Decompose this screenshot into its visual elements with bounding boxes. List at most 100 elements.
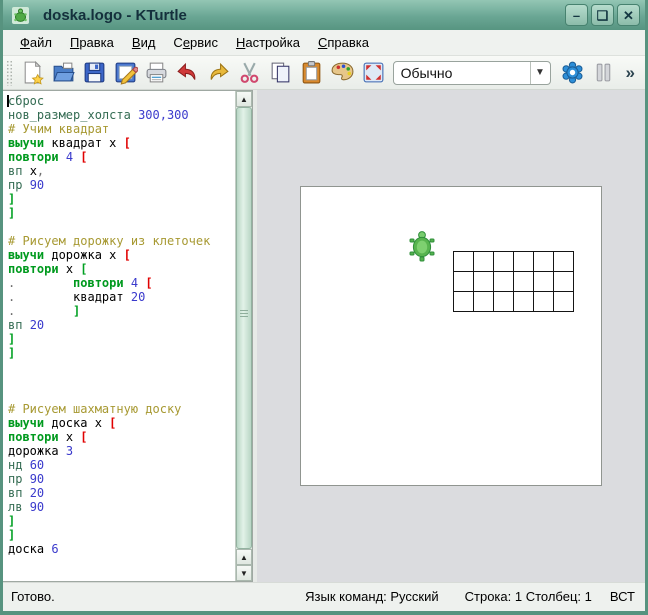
code-line[interactable]: ] [8, 332, 235, 346]
print-button[interactable] [141, 58, 172, 87]
grid-cell [494, 252, 514, 272]
turtle-sprite [409, 230, 435, 262]
run-icon [560, 60, 585, 85]
colors-button[interactable] [327, 58, 358, 87]
code-line[interactable]: . ] [8, 304, 235, 318]
run-speed-select[interactable]: Обычно ▼ [393, 61, 551, 85]
code-line[interactable]: выучи квадрат х [ [8, 136, 235, 150]
code-line[interactable]: вп 20 [8, 486, 235, 500]
grid-cell [534, 292, 554, 312]
undo-icon [175, 60, 200, 85]
code-line[interactable]: . квадрат 20 [8, 290, 235, 304]
status-ready: Готово. [11, 589, 305, 604]
code-line[interactable]: вп 20 [8, 318, 235, 332]
code-line[interactable] [8, 360, 235, 374]
grid-cell [514, 292, 534, 312]
scroll-up2-icon[interactable]: ▲ [236, 549, 252, 565]
drawn-grid [453, 251, 574, 312]
pause-icon [591, 60, 616, 85]
new-file-button[interactable] [17, 58, 48, 87]
code-line[interactable]: пр 90 [8, 472, 235, 486]
grid-cell [554, 272, 574, 292]
code-line[interactable]: нд 60 [8, 458, 235, 472]
menu-item-файл[interactable]: Файл [11, 30, 61, 56]
code-line[interactable]: ] [8, 514, 235, 528]
status-bar: Готово. Язык команд: Русский Строка: 1 С… [3, 582, 645, 610]
redo-button[interactable] [203, 58, 234, 87]
maximize-button[interactable]: ❑ [591, 4, 614, 26]
code-line[interactable]: ] [8, 528, 235, 542]
toolbar: Обычно ▼ » [3, 56, 645, 90]
undo-button[interactable] [172, 58, 203, 87]
minimize-button[interactable]: – [565, 4, 588, 26]
toolbar-handle[interactable] [6, 60, 13, 86]
code-line[interactable]: повтори х [ [8, 262, 235, 276]
fullscreen-icon [361, 60, 386, 85]
colors-icon [330, 60, 355, 85]
code-line[interactable]: дорожка 3 [8, 444, 235, 458]
code-line[interactable]: повтори 4 [ [8, 150, 235, 164]
code-line[interactable]: лв 90 [8, 500, 235, 514]
status-language: Язык команд: Русский [305, 589, 438, 604]
code-line[interactable]: нов_размер_холста 300,300 [8, 108, 235, 122]
code-line[interactable]: вп х, [8, 164, 235, 178]
menu-item-сервис[interactable]: Сервис [164, 30, 227, 56]
code-line[interactable]: ] [8, 206, 235, 220]
scroll-up-icon[interactable]: ▲ [236, 91, 252, 107]
paste-button[interactable] [296, 58, 327, 87]
code-line[interactable]: выучи дорожка х [ [8, 248, 235, 262]
save-button[interactable] [79, 58, 110, 87]
turtle-canvas[interactable] [300, 186, 602, 486]
grid-cell [454, 292, 474, 312]
grid-cell [474, 292, 494, 312]
code-line[interactable]: выучи доска х [ [8, 416, 235, 430]
cut-button[interactable] [234, 58, 265, 87]
close-button[interactable]: ✕ [617, 4, 640, 26]
code-line[interactable] [8, 374, 235, 388]
code-line[interactable]: пр 90 [8, 178, 235, 192]
code-line[interactable]: # Учим квадрат [8, 122, 235, 136]
grid-cell [494, 272, 514, 292]
code-line[interactable]: повтори х [ [8, 430, 235, 444]
save-icon [82, 60, 107, 85]
code-line[interactable]: . повтори 4 [ [8, 276, 235, 290]
fullscreen-button[interactable] [358, 58, 389, 87]
chevron-down-icon[interactable]: ▼ [530, 62, 550, 84]
menu-item-настройка[interactable]: Настройка [227, 30, 309, 56]
open-file-button[interactable] [48, 58, 79, 87]
editor-scrollbar[interactable]: ▲ ▲ ▼ [235, 91, 252, 581]
canvas-pane [257, 90, 645, 582]
paste-icon [299, 60, 324, 85]
new-file-icon [20, 60, 45, 85]
menu-item-правка[interactable]: Правка [61, 30, 123, 56]
run-button[interactable] [558, 58, 589, 87]
code-editor[interactable]: сброснов_размер_холста 300,300# Учим ква… [3, 91, 235, 581]
scrollbar-thumb[interactable] [236, 107, 252, 549]
scrollbar-grip [240, 310, 248, 318]
open-file-icon [51, 60, 76, 85]
scroll-down-icon[interactable]: ▼ [236, 565, 252, 581]
copy-button[interactable] [265, 58, 296, 87]
menu-item-вид[interactable]: Вид [123, 30, 165, 56]
copy-icon [268, 60, 293, 85]
code-line[interactable] [8, 388, 235, 402]
title-bar[interactable]: doska.logo - KTurtle – ❑ ✕ [3, 0, 645, 30]
code-line[interactable]: сброс [8, 94, 235, 108]
code-line[interactable]: доска 6 [8, 542, 235, 556]
edit-button[interactable] [110, 58, 141, 87]
grid-cell [474, 272, 494, 292]
code-line[interactable]: ] [8, 346, 235, 360]
window-title: doska.logo - KTurtle [43, 7, 562, 24]
pause-button[interactable] [588, 58, 619, 87]
cut-icon [237, 60, 262, 85]
toolbar-overflow-button[interactable]: » [619, 63, 640, 83]
code-line[interactable]: # Рисуем дорожку из клеточек [8, 234, 235, 248]
code-editor-pane: сброснов_размер_холста 300,300# Учим ква… [3, 90, 253, 582]
code-line[interactable]: # Рисуем шахматную доску [8, 402, 235, 416]
grid-cell [474, 252, 494, 272]
code-line[interactable] [8, 220, 235, 234]
grid-cell [554, 252, 574, 272]
run-speed-value: Обычно [394, 65, 530, 81]
code-line[interactable]: ] [8, 192, 235, 206]
menu-item-справка[interactable]: Справка [309, 30, 378, 56]
